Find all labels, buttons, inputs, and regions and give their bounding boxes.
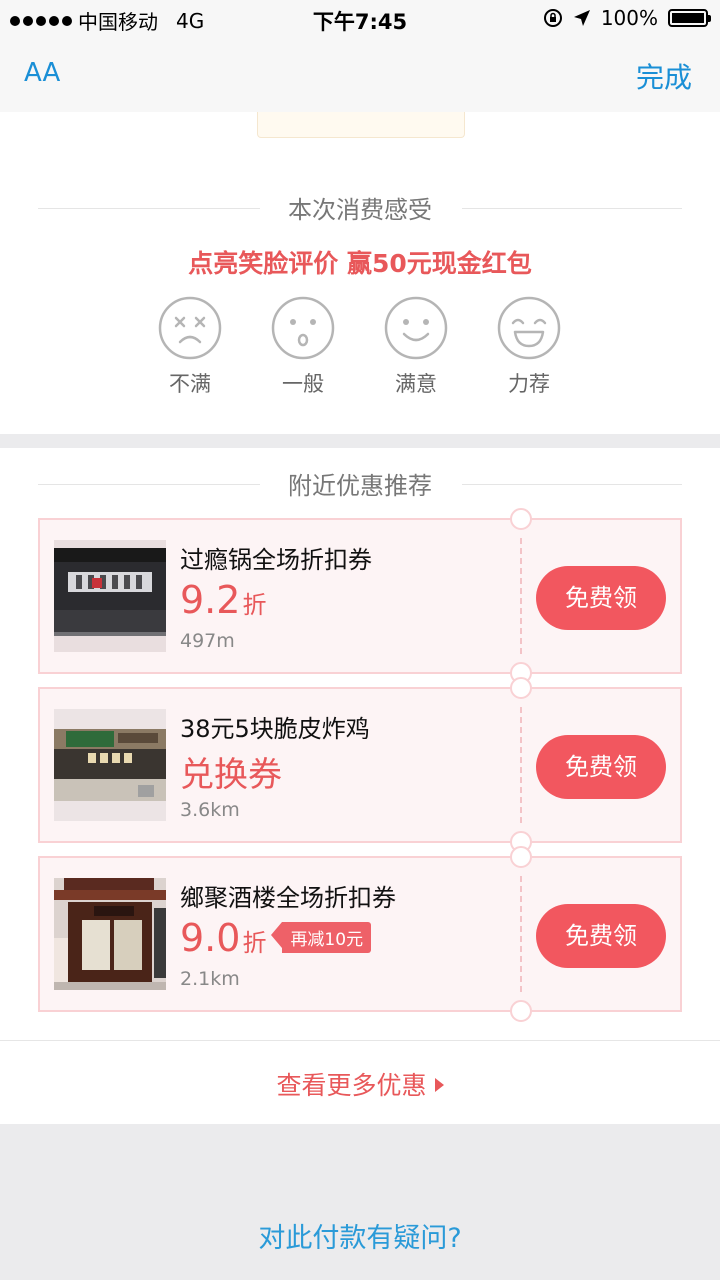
rating-neutral[interactable]: 一般 — [271, 296, 335, 398]
rating-label: 不满 — [169, 372, 211, 396]
coupon-card[interactable]: 鄉聚酒楼全场折扣券 9.0 折 再减10元 2.1km 免费领 — [38, 846, 682, 1022]
coupon-thumbnail — [54, 540, 166, 652]
neutral-face-icon — [271, 296, 335, 360]
nearby-section-title: 附近优惠推荐 — [0, 466, 720, 501]
rating-label: 力荐 — [508, 372, 550, 396]
highly-recommend-face-icon — [497, 296, 561, 360]
rating-satisfied[interactable]: 满意 — [384, 296, 448, 398]
coupon-distance: 2.1km — [180, 968, 240, 990]
battery-icon — [668, 9, 711, 27]
font-size-button[interactable]: AA — [24, 58, 60, 88]
claim-free-button[interactable]: 免费领 — [536, 904, 666, 968]
section-divider — [0, 434, 720, 448]
extra-discount-badge: 再减10元 — [271, 922, 372, 953]
payment-card-bottom — [257, 112, 465, 138]
view-more-deals-link[interactable]: 查看更多优惠 — [0, 1066, 720, 1102]
divider — [0, 1040, 720, 1041]
coupon-name: 过瘾锅全场折扣券 — [180, 546, 372, 574]
rating-label: 满意 — [395, 372, 437, 396]
rotation-lock-icon — [543, 9, 562, 27]
battery-percent: 100% — [600, 6, 658, 30]
coupon-price: 9.2 折 — [180, 578, 267, 622]
coupon-distance: 497m — [180, 630, 235, 652]
coupon-price: 9.0 折 再减10元 — [180, 916, 372, 960]
coupon-card[interactable]: 过瘾锅全场折扣券 9.2 折 497m 免费领 — [38, 508, 682, 684]
payment-question-link[interactable]: 对此付款有疑问? — [0, 1216, 720, 1255]
rating-highly-recommend[interactable]: 力荐 — [497, 296, 561, 398]
coupon-distance: 3.6km — [180, 799, 240, 821]
coupon-price: 兑换券 — [180, 755, 282, 795]
status-bar: 中国移动 4G 下午7:45 100% — [0, 0, 720, 38]
coupon-name: 鄉聚酒楼全场折扣券 — [180, 884, 396, 912]
coupon-thumbnail — [54, 709, 166, 821]
rating-label: 一般 — [282, 372, 324, 396]
feedback-section-title: 本次消费感受 — [0, 190, 720, 225]
promo-text: 点亮笑脸评价 赢50元现金红包 — [188, 249, 532, 278]
footer: 对此付款有疑问? — [0, 1124, 720, 1280]
coupon-thumbnail — [54, 878, 166, 990]
coupon-name: 38元5块脆皮炸鸡 — [180, 715, 370, 743]
claim-free-button[interactable]: 免费领 — [536, 735, 666, 799]
nav-bar: AA 完成 — [0, 38, 720, 112]
satisfied-face-icon — [384, 296, 448, 360]
location-arrow-icon — [573, 10, 590, 26]
rating-dissatisfied[interactable]: 不满 — [158, 296, 222, 398]
triangle-right-icon — [434, 1078, 444, 1092]
done-button[interactable]: 完成 — [636, 56, 692, 96]
claim-free-button[interactable]: 免费领 — [536, 566, 666, 630]
dissatisfied-face-icon — [158, 296, 222, 360]
coupon-card[interactable]: 38元5块脆皮炸鸡 兑换券 3.6km 免费领 — [38, 677, 682, 853]
rating-faces: 不满 一般 满意 力荐 — [0, 296, 720, 406]
